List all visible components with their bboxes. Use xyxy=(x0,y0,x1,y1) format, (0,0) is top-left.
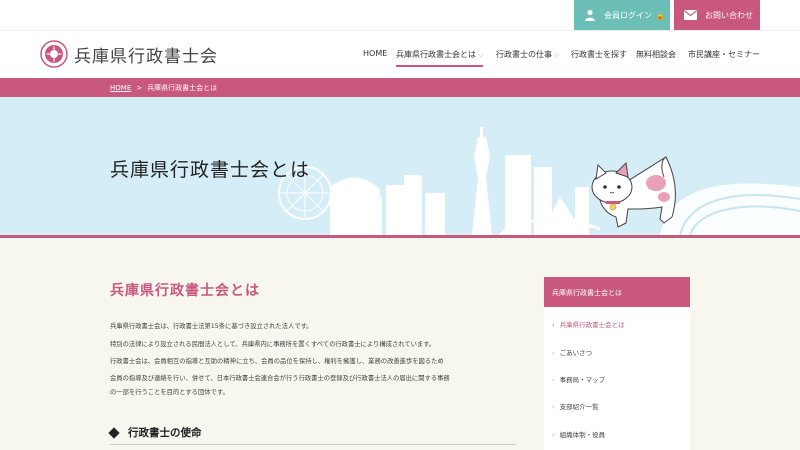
sidebar-item-office-map[interactable]: › 事務局・マップ xyxy=(552,374,605,384)
sidebar-item-label: ごあいさつ xyxy=(559,349,593,357)
nav-work-label: 行政書士の仕事 xyxy=(496,50,552,59)
intro-paragraph-line: 兵庫県行政書士会は、行政書士法第15条に基づき設立された法人です。 xyxy=(110,323,313,330)
chevron-right-icon: › xyxy=(552,403,555,411)
breadcrumb-separator: > xyxy=(136,84,143,92)
sidebar-item-label: 支部紹介一覧 xyxy=(559,403,599,411)
section-heading-label: 行政書士の使命 xyxy=(128,427,202,439)
hero-banner: 兵庫県行政書士会とは xyxy=(0,97,800,235)
breadcrumb-current: 兵庫県行政書士会とは xyxy=(147,84,218,92)
lock-icon: 🔒 xyxy=(655,10,665,20)
sidebar-item-label: 兵庫県行政書士会とは xyxy=(559,321,625,329)
sidebar-item-organization[interactable]: › 組織体制・役員 xyxy=(552,429,605,439)
chevron-right-icon: › xyxy=(552,431,555,439)
page-title: 兵庫県行政書士会とは xyxy=(110,283,260,299)
contact-label: お問い合わせ xyxy=(705,10,753,20)
hero-title: 兵庫県行政書士会とは xyxy=(110,159,311,181)
contact-button[interactable]: お問い合わせ xyxy=(674,0,760,30)
nav-consultation[interactable]: 無料相談会 xyxy=(636,49,676,60)
nav-home[interactable]: HOME xyxy=(363,49,387,58)
nav-about-label: 兵庫県行政書士会とは xyxy=(396,50,476,59)
intro-paragraph-line: 会員の指導及び連絡を行い、併せて、日本行政書士会連合会が行う行政書士の登録及び行… xyxy=(110,375,450,382)
intro-paragraph-line: の一部を行うことを目的とする団体です。 xyxy=(110,389,229,396)
sidebar-item-label: 事務局・マップ xyxy=(559,376,606,384)
mail-icon xyxy=(684,10,697,20)
member-login-label: 会員ログイン xyxy=(604,10,652,20)
site-header: 兵庫県行政書士会 HOME 兵庫県行政書士会とは ⌵ 行政書士の仕事 ⌵ 行政書士を… xyxy=(0,30,800,78)
diamond-bullet-icon xyxy=(108,426,120,439)
main-nav: HOME 兵庫県行政書士会とは ⌵ 行政書士の仕事 ⌵ 行政書士を探す 無料相談会 … xyxy=(0,31,800,79)
user-icon xyxy=(585,9,595,21)
chevron-right-icon: › xyxy=(552,349,555,357)
nav-work[interactable]: 行政書士の仕事 ⌵ xyxy=(496,49,559,60)
nav-seminar[interactable]: 市民講座・セミナー xyxy=(688,49,760,60)
nav-find[interactable]: 行政書士を探す xyxy=(571,49,627,60)
chevron-down-icon: ⌵ xyxy=(478,51,484,59)
section-heading: 行政書士の使命 xyxy=(108,425,202,440)
sidebar-menu: 兵庫県行政書士会とは ‹ 兵庫県行政書士会とは › ごあいさつ › 事務局・マップ ›… xyxy=(544,277,690,450)
chevron-left-icon: ‹ xyxy=(552,321,555,329)
cat-mascot xyxy=(591,156,676,228)
intro-paragraph-line: 行政書士会は、会員相互の指導と互助の精神に立ち、会員の品位を保持し、権利を擁護し… xyxy=(110,358,444,365)
breadcrumb: HOME > 兵庫県行政書士会とは xyxy=(0,78,800,97)
chevron-down-icon: ⌵ xyxy=(554,51,560,59)
intro-paragraph-line: 特別の法律により設立される民間法人として、兵庫県内に事務所を置くすべての行政書士… xyxy=(110,341,436,348)
sidebar-title: 兵庫県行政書士会とは xyxy=(544,277,690,307)
section-divider xyxy=(110,444,516,445)
nav-about[interactable]: 兵庫県行政書士会とは ⌵ xyxy=(396,49,484,67)
chevron-right-icon: › xyxy=(552,376,555,384)
utility-bar: 会員ログイン 🔒 お問い合わせ xyxy=(0,0,800,30)
sidebar-item-about[interactable]: ‹ 兵庫県行政書士会とは xyxy=(552,319,625,329)
sidebar-item-greeting[interactable]: › ごあいさつ xyxy=(552,347,592,357)
main-content: 兵庫県行政書士会とは 兵庫県行政書士会は、行政書士法第15条に基づき設立された法… xyxy=(0,238,800,450)
sidebar-item-branches[interactable]: › 支部紹介一覧 xyxy=(552,401,599,411)
member-login-button[interactable]: 会員ログイン 🔒 xyxy=(574,0,670,30)
sidebar-item-label: 組織体制・役員 xyxy=(559,431,606,439)
breadcrumb-home[interactable]: HOME xyxy=(110,84,131,92)
